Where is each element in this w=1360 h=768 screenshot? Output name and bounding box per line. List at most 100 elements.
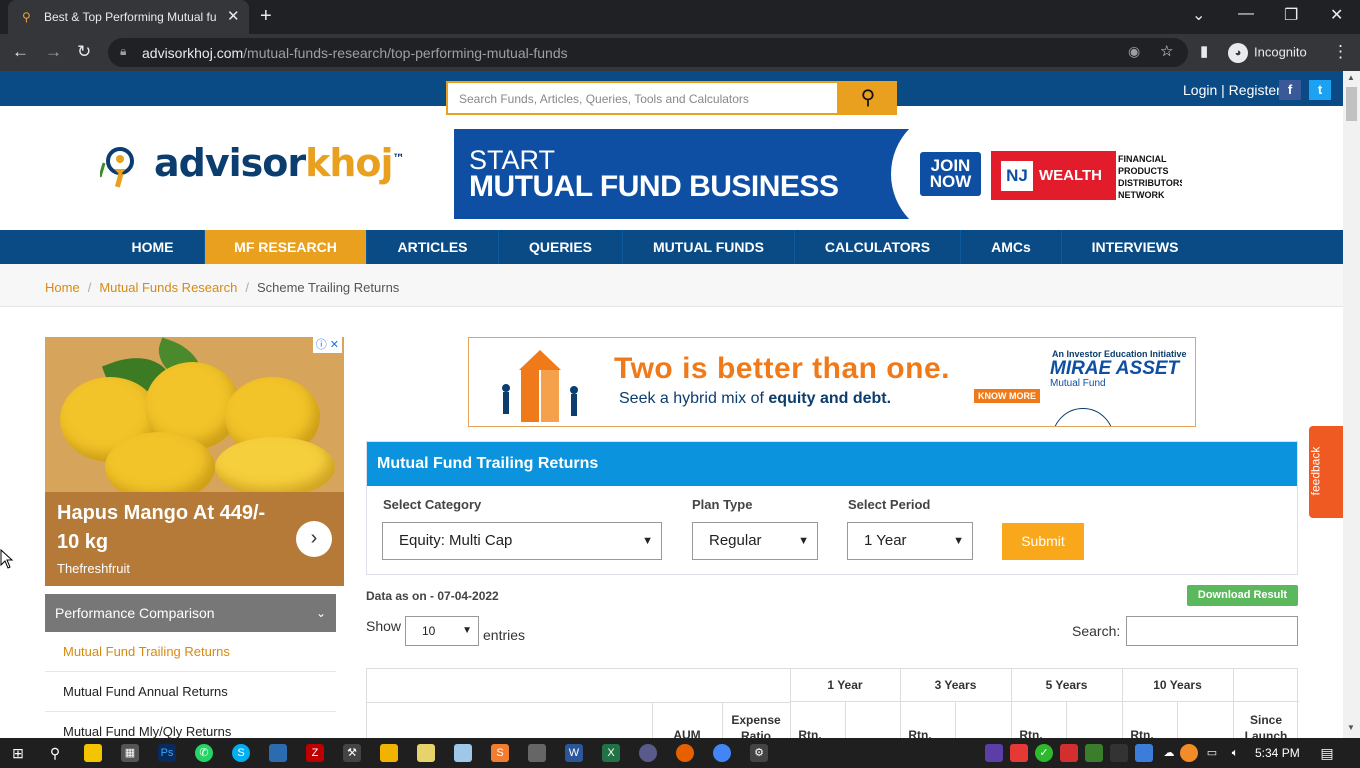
mirae-asset-ad[interactable]: Two is better than one. Seek a hybrid mi…: [468, 337, 1196, 427]
table-search-input[interactable]: [1126, 616, 1298, 646]
notifications-icon[interactable]: ▤: [1318, 744, 1336, 762]
scroll-up-icon[interactable]: ▲: [1347, 73, 1355, 82]
login-register-link[interactable]: Login | Register: [1183, 82, 1281, 98]
back-icon[interactable]: ←: [12, 42, 29, 62]
header-rtn-1y[interactable]: Rtn.: [790, 728, 830, 738]
data-as-on: Data as on - 07-04-2022: [366, 589, 499, 603]
nav-articles[interactable]: ARTICLES: [367, 230, 499, 264]
menu-dots-icon[interactable]: ⋮: [1332, 42, 1349, 62]
address-bar[interactable]: 🔒︎ advisorkhoj.com/mutual-funds-research…: [108, 38, 1188, 67]
header-since-launch[interactable]: Since Launch: [1233, 712, 1299, 738]
filezilla-icon[interactable]: Z: [306, 744, 324, 762]
know-more-button[interactable]: KNOW MORE: [974, 389, 1040, 403]
search-icon[interactable]: ⚲: [46, 744, 64, 762]
notepad2-icon[interactable]: [454, 744, 472, 762]
tray-icon-7[interactable]: [1135, 744, 1153, 762]
tray-icon-5[interactable]: [1085, 744, 1103, 762]
menu-annual-returns[interactable]: Mutual Fund Annual Returns: [45, 672, 336, 712]
download-result-button[interactable]: Download Result: [1187, 585, 1298, 606]
mirae-asset-logo: MIRAE ASSET: [1050, 358, 1180, 379]
word-icon[interactable]: W: [565, 744, 583, 762]
breadcrumb-home[interactable]: Home: [45, 280, 80, 295]
ad-choices-icon[interactable]: ⓘ ✕: [312, 337, 342, 353]
page-scrollbar[interactable]: ▲ ▼: [1343, 71, 1360, 738]
nav-mutual-funds[interactable]: MUTUAL FUNDS: [623, 230, 795, 264]
whatsapp-icon[interactable]: ✆: [195, 744, 213, 762]
reload-icon[interactable]: ↻: [77, 42, 91, 62]
browser-tab[interactable]: ⚲ Best & Top Performing Mutual fu ✕: [8, 0, 249, 34]
nav-mf-research[interactable]: MF RESEARCH: [205, 230, 367, 264]
search-button[interactable]: ⚲: [839, 81, 897, 115]
restore-icon[interactable]: ❐: [1284, 5, 1298, 25]
excel-icon[interactable]: X: [602, 744, 620, 762]
header-rtn-10y[interactable]: Rtn.: [1122, 728, 1162, 738]
trailing-returns-panel: Mutual Fund Trailing Returns Select Cate…: [366, 441, 1298, 575]
menu-trailing-returns[interactable]: Mutual Fund Trailing Returns: [45, 632, 336, 672]
mango-ad[interactable]: Hapus Mango At 449/- 10 kg Thefreshfruit…: [45, 337, 344, 586]
scrollbar-thumb[interactable]: [1346, 87, 1357, 121]
join-now-button[interactable]: JOIN NOW: [920, 152, 981, 196]
minimize-icon[interactable]: —: [1238, 5, 1254, 23]
chrome-icon[interactable]: [713, 744, 731, 762]
tray-icon-8[interactable]: [1180, 744, 1198, 762]
calculator-icon[interactable]: ▦: [121, 744, 139, 762]
performance-comparison-header[interactable]: Performance Comparison ⌄: [45, 594, 336, 632]
plan-type-select[interactable]: Regular ▼: [692, 522, 818, 560]
tools-icon[interactable]: ⚒: [343, 744, 361, 762]
twitter-icon[interactable]: t: [1309, 80, 1331, 100]
paint-icon[interactable]: [528, 744, 546, 762]
nav-queries[interactable]: QUERIES: [499, 230, 623, 264]
close-window-icon[interactable]: ✕: [1330, 5, 1343, 25]
facebook-icon[interactable]: f: [1279, 80, 1301, 100]
mirae-subline: Seek a hybrid mix of equity and debt.: [619, 390, 892, 407]
menu-mly-qly-returns[interactable]: Mutual Fund Mly/Qly Returns: [45, 712, 336, 738]
entries-length-select[interactable]: 10 ▼: [405, 616, 479, 646]
tray-icon-4[interactable]: [1060, 744, 1078, 762]
new-tab-icon[interactable]: +: [260, 5, 272, 28]
forward-icon[interactable]: →: [45, 42, 62, 62]
header-rtn-5y[interactable]: Rtn.: [1011, 728, 1051, 738]
breadcrumb-research[interactable]: Mutual Funds Research: [99, 280, 237, 295]
volume-icon[interactable]: 🔈︎: [1226, 744, 1244, 762]
header-rtn-3y[interactable]: Rtn.: [900, 728, 940, 738]
app-icon[interactable]: [639, 744, 657, 762]
nj-wealth-banner-ad[interactable]: START MUTUAL FUND BUSINESS JOIN NOW NJ WEA…: [454, 129, 1182, 219]
clock[interactable]: 5:34 PM: [1255, 746, 1300, 760]
onedrive-icon[interactable]: ☁: [1160, 744, 1178, 762]
scroll-down-icon[interactable]: ▼: [1347, 723, 1355, 732]
category-select[interactable]: Equity: Multi Cap ▼: [382, 522, 662, 560]
nav-calculators[interactable]: CALCULATORS: [795, 230, 961, 264]
tray-icon-3[interactable]: ✓: [1035, 744, 1053, 762]
firefox-icon[interactable]: [676, 744, 694, 762]
notepad-icon[interactable]: [417, 744, 435, 762]
incognito-badge[interactable]: ◕ Incognito: [1228, 43, 1307, 63]
network-tool-icon[interactable]: [269, 744, 287, 762]
windows-start-icon[interactable]: ⊞: [9, 744, 27, 762]
nav-amcs[interactable]: AMCs: [961, 230, 1062, 264]
browser-tab-bar: ⚲ Best & Top Performing Mutual fu ✕ + ⌄ …: [0, 0, 1360, 34]
header-aum[interactable]: AUM: [652, 728, 722, 738]
tray-icon-2[interactable]: [1010, 744, 1028, 762]
side-panel-icon[interactable]: ▮: [1200, 42, 1208, 60]
settings-icon[interactable]: ⚙: [750, 744, 768, 762]
tracking-blocked-icon[interactable]: ◉: [1128, 43, 1140, 60]
sublime-icon[interactable]: S: [491, 744, 509, 762]
tab-search-icon[interactable]: ⌄: [1192, 5, 1205, 25]
submit-button[interactable]: Submit: [1002, 523, 1084, 560]
bookmark-star-icon[interactable]: ☆: [1160, 42, 1173, 60]
tray-icon-6[interactable]: [1110, 744, 1128, 762]
nav-interviews[interactable]: INTERVIEWS: [1062, 230, 1208, 264]
file-explorer-icon[interactable]: [380, 744, 398, 762]
header-expense-ratio[interactable]: Expense Ratio: [722, 712, 790, 738]
close-tab-icon[interactable]: ✕: [227, 7, 240, 25]
feedback-tab[interactable]: feedback: [1308, 426, 1343, 518]
photoshop-icon[interactable]: Ps: [158, 744, 176, 762]
site-search-input[interactable]: Search Funds, Articles, Queries, Tools a…: [446, 81, 839, 115]
network-icon[interactable]: ▭: [1203, 744, 1221, 762]
period-select[interactable]: 1 Year ▼: [847, 522, 973, 560]
tray-icon-1[interactable]: [985, 744, 1003, 762]
sticky-notes-icon[interactable]: [84, 744, 102, 762]
chevron-right-icon[interactable]: ›: [296, 521, 332, 557]
nav-home[interactable]: HOME: [101, 230, 205, 264]
skype-icon[interactable]: S: [232, 744, 250, 762]
